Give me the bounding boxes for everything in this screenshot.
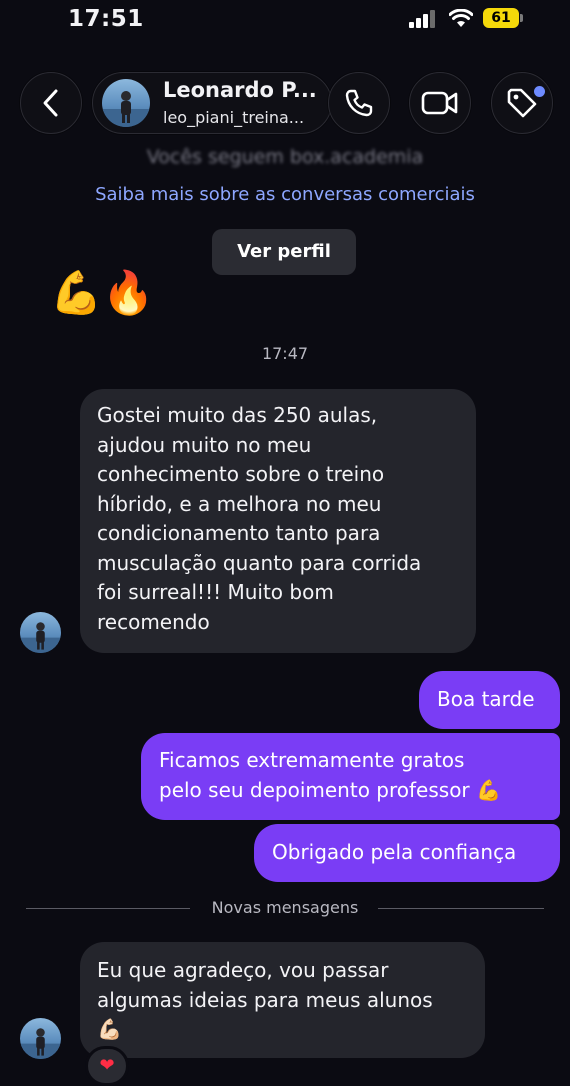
avatar-photo	[20, 1028, 61, 1059]
battery-tip	[520, 14, 523, 22]
incoming-message[interactable]: Eu que agradeço, vou passar algumas idei…	[80, 942, 485, 1058]
message-line: foi surreal!!! Muito bom	[97, 580, 334, 604]
outgoing-message[interactable]: Obrigado pela confiança	[254, 824, 560, 882]
label-tag-button[interactable]	[491, 72, 553, 134]
message-line: Ficamos extremamente gratos	[159, 748, 465, 772]
following-notice: Vocês seguem box.academia	[146, 146, 424, 168]
voice-call-button[interactable]	[328, 72, 390, 134]
cellular-signal-icon	[409, 10, 439, 28]
message-line: 💪🏻	[97, 1017, 122, 1041]
outgoing-message[interactable]: Ficamos extremamente gratos pelo seu dep…	[141, 733, 560, 820]
tag-notification-dot	[534, 86, 545, 97]
divider-line-right	[378, 908, 544, 909]
message-line: Eu que agradeço, vou passar	[97, 958, 389, 982]
incoming-message[interactable]: Gostei muito das 250 aulas, ajudou muito…	[80, 389, 476, 653]
view-profile-button[interactable]: Ver perfil	[212, 229, 356, 275]
phone-icon	[345, 89, 373, 117]
message-line: conhecimento sobre o treino	[97, 462, 385, 486]
back-arrow-icon	[43, 89, 58, 117]
back-button[interactable]	[20, 72, 82, 134]
contact-name: Leonardo P...	[163, 78, 317, 102]
message-line: Gostei muito das 250 aulas,	[97, 403, 378, 427]
wifi-icon	[449, 9, 473, 27]
message-line: condicionamento tanto para	[97, 521, 381, 545]
heart-reaction-icon[interactable]: ❤	[85, 1046, 129, 1086]
message-line: ajudou muito no meu	[97, 432, 312, 457]
message-line: pelo seu depoimento professor 💪	[159, 777, 501, 802]
status-time: 17:51	[68, 6, 144, 32]
message-line: híbrido, e a melhora no meu	[97, 491, 382, 516]
message-line: Boa tarde	[437, 687, 535, 711]
emoji-message[interactable]: 💪🔥	[50, 268, 155, 318]
battery-indicator: 61	[483, 8, 519, 28]
avatar-photo	[102, 91, 150, 127]
contact-avatar[interactable]	[102, 79, 150, 127]
video-camera-icon	[421, 91, 458, 115]
sender-avatar[interactable]	[20, 612, 61, 653]
message-line: algumas ideias para meus alunos	[97, 987, 433, 1012]
business-conversations-link[interactable]: Saiba mais sobre as conversas comerciais	[0, 184, 570, 205]
message-line: Obrigado pela confiança	[272, 840, 517, 864]
message-line: recomendo	[97, 609, 210, 634]
message-timestamp: 17:47	[261, 344, 309, 363]
avatar-photo	[20, 622, 61, 653]
outgoing-message[interactable]: Boa tarde	[419, 671, 560, 729]
message-line: musculação quanto para corrida	[97, 550, 422, 575]
contact-username: leo_piani_treina...	[163, 108, 305, 127]
sender-avatar[interactable]	[20, 1018, 61, 1059]
video-call-button[interactable]	[409, 72, 471, 134]
